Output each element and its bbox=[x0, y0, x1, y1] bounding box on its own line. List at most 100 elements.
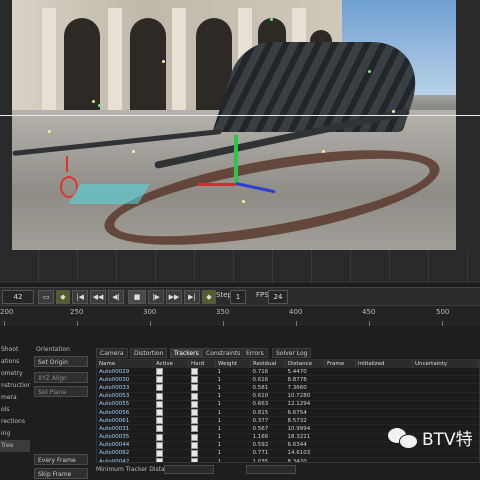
table-row[interactable]: Auto00056 1 0.815 6.6754 bbox=[97, 408, 479, 418]
tool-list-item[interactable]: Tree bbox=[0, 440, 30, 452]
active-checkbox[interactable] bbox=[153, 400, 189, 409]
tracker-point[interactable] bbox=[48, 130, 51, 133]
tracker-point[interactable] bbox=[270, 18, 273, 21]
tab-solver-log[interactable]: Solver Log bbox=[272, 348, 312, 358]
tool-list-item[interactable]: ing bbox=[0, 428, 30, 440]
fps-field[interactable]: 24 bbox=[268, 290, 288, 304]
checkbox[interactable] bbox=[155, 425, 163, 433]
checkbox[interactable] bbox=[190, 392, 198, 400]
active-checkbox[interactable] bbox=[153, 457, 189, 462]
checkbox[interactable] bbox=[190, 449, 198, 457]
hard-checkbox[interactable] bbox=[188, 449, 216, 459]
checkbox[interactable] bbox=[155, 368, 163, 376]
active-checkbox[interactable] bbox=[153, 375, 189, 385]
active-checkbox[interactable] bbox=[153, 392, 189, 401]
tool-list-item[interactable]: Shoot bbox=[0, 344, 30, 356]
table-row[interactable]: Auto00033 1 0.581 7.3660 bbox=[97, 383, 479, 393]
column-header[interactable]: Residual bbox=[250, 360, 286, 368]
hard-checkbox[interactable] bbox=[188, 424, 216, 434]
xyz-align-field[interactable]: XYZ Align bbox=[34, 372, 88, 383]
checkbox[interactable] bbox=[190, 409, 198, 417]
checkbox[interactable] bbox=[190, 376, 198, 384]
tab-constraints[interactable]: Constraints bbox=[202, 348, 245, 358]
checkbox[interactable] bbox=[155, 400, 163, 408]
tool-list-item[interactable]: nstructions bbox=[0, 380, 30, 392]
checkbox[interactable] bbox=[155, 392, 163, 400]
active-checkbox[interactable] bbox=[153, 449, 189, 459]
key-icon[interactable]: ◆ bbox=[56, 290, 70, 304]
active-checkbox[interactable] bbox=[153, 408, 189, 418]
active-checkbox[interactable] bbox=[153, 383, 189, 393]
column-header[interactable]: Distance bbox=[285, 360, 325, 368]
tool-list-item[interactable]: ations bbox=[0, 356, 30, 368]
gizmo-y-axis[interactable] bbox=[234, 135, 238, 185]
set-plane-field[interactable]: Set Plane bbox=[34, 386, 88, 397]
tool-list-item[interactable]: ols bbox=[0, 404, 30, 416]
key-icon[interactable]: ◆ bbox=[202, 290, 216, 304]
every-frame-dropdown[interactable]: Every Frame bbox=[34, 454, 88, 465]
gizmo-z-axis[interactable] bbox=[198, 183, 236, 186]
hard-checkbox[interactable] bbox=[188, 375, 216, 385]
hard-checkbox[interactable] bbox=[188, 392, 216, 401]
checkbox[interactable] bbox=[190, 417, 198, 425]
tracker-point[interactable] bbox=[98, 104, 101, 107]
checkbox[interactable] bbox=[155, 384, 163, 392]
column-header[interactable]: Uncertainty bbox=[412, 360, 479, 368]
hard-checkbox[interactable] bbox=[188, 408, 216, 418]
table-row[interactable]: Auto00053 1 0.610 10.7280 bbox=[97, 392, 479, 401]
hard-checkbox[interactable] bbox=[188, 441, 216, 450]
active-checkbox[interactable] bbox=[153, 433, 189, 442]
tool-list-item[interactable]: rections bbox=[0, 416, 30, 428]
min-distance-field[interactable] bbox=[164, 465, 214, 474]
checkbox[interactable] bbox=[155, 449, 163, 457]
timeline-ruler[interactable]: 200 250 300 350 400 450 500 bbox=[0, 305, 480, 327]
hard-checkbox[interactable] bbox=[188, 457, 216, 462]
checkbox[interactable] bbox=[155, 458, 163, 462]
checkbox[interactable] bbox=[190, 400, 198, 408]
monitor-icon[interactable]: ▭ bbox=[38, 290, 54, 304]
checkbox[interactable] bbox=[190, 458, 198, 462]
tool-list-item[interactable]: mera bbox=[0, 392, 30, 404]
tracker-point[interactable] bbox=[392, 110, 395, 113]
hard-checkbox[interactable] bbox=[188, 368, 216, 377]
hard-checkbox[interactable] bbox=[188, 383, 216, 393]
column-header[interactable]: Name bbox=[97, 360, 154, 368]
table-row[interactable]: Auto00042 1 1.035 8.3470 bbox=[97, 457, 479, 462]
column-header[interactable]: Frame bbox=[324, 360, 356, 368]
checkbox[interactable] bbox=[190, 425, 198, 433]
tracker-point[interactable] bbox=[368, 70, 371, 73]
prev-key-icon[interactable]: ◀◀ bbox=[90, 290, 106, 304]
column-header[interactable]: Weight bbox=[215, 360, 251, 368]
first-frame-icon[interactable]: |◀ bbox=[72, 290, 88, 304]
checkbox[interactable] bbox=[155, 417, 163, 425]
column-header[interactable]: Hard bbox=[188, 360, 216, 368]
checkbox[interactable] bbox=[155, 376, 163, 384]
active-checkbox[interactable] bbox=[153, 424, 189, 434]
checkbox[interactable] bbox=[155, 409, 163, 417]
frame-field[interactable]: 42 bbox=[2, 290, 34, 304]
stop-icon[interactable]: ■ bbox=[128, 290, 146, 304]
table-row[interactable]: Auto00030 1 0.616 8.8778 bbox=[97, 375, 479, 385]
set-origin-button[interactable]: Set Origin bbox=[34, 356, 88, 367]
table-row[interactable]: Auto00055 1 0.663 12.1294 bbox=[97, 400, 479, 409]
tracker-point[interactable] bbox=[322, 150, 325, 153]
checkbox[interactable] bbox=[190, 441, 198, 449]
active-checkbox[interactable] bbox=[153, 368, 189, 377]
tracker-point[interactable] bbox=[162, 60, 165, 63]
hard-checkbox[interactable] bbox=[188, 433, 216, 442]
column-header[interactable]: Initialized bbox=[355, 360, 413, 368]
table-row[interactable]: Auto00029 1 0.716 5.4470 bbox=[97, 368, 479, 377]
column-header[interactable]: Active bbox=[153, 360, 189, 368]
checkbox[interactable] bbox=[190, 433, 198, 441]
secondary-field[interactable] bbox=[246, 465, 296, 474]
tracker-point[interactable] bbox=[92, 100, 95, 103]
checkbox[interactable] bbox=[190, 368, 198, 376]
last-frame-icon[interactable]: ▶| bbox=[184, 290, 200, 304]
tab-trackers[interactable]: Trackers bbox=[170, 348, 203, 358]
tab-camera[interactable]: Camera bbox=[96, 348, 128, 358]
active-checkbox[interactable] bbox=[153, 441, 189, 450]
tool-list-item[interactable]: ometry bbox=[0, 368, 30, 380]
hard-checkbox[interactable] bbox=[188, 416, 216, 426]
tracker-point[interactable] bbox=[132, 150, 135, 153]
tracker-point[interactable] bbox=[242, 200, 245, 203]
